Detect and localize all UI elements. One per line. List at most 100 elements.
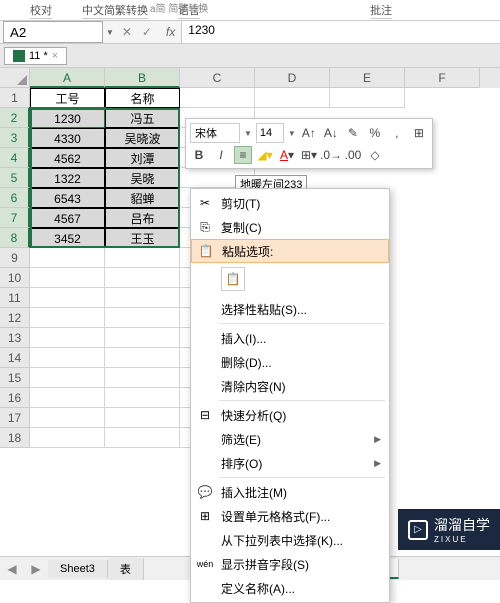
row-header-14[interactable]: 14 [0,348,30,368]
cell[interactable] [30,428,105,448]
row-header-8[interactable]: 8 [0,228,30,248]
menu-sort[interactable]: 排序(O) ▶ [191,451,389,475]
cell-b7[interactable]: 吕布 [105,208,180,228]
cell-a3[interactable]: 4330 [30,128,105,148]
cell[interactable] [30,268,105,288]
row-header-2[interactable]: 2 [0,108,30,128]
cell-a4[interactable]: 4562 [30,148,105,168]
cell[interactable] [105,348,180,368]
workbook-tab[interactable]: 11 * × [4,47,67,65]
clear-format-icon[interactable]: ◇ [366,146,384,164]
cancel-icon[interactable]: ✕ [118,23,136,41]
cell-b2[interactable]: 冯五 [105,108,180,128]
align-center-button[interactable]: ≡ [234,146,252,164]
cell-a7[interactable]: 4567 [30,208,105,228]
menu-dropdown-list[interactable]: 从下拉列表中选择(K)... [191,528,389,552]
col-header-e[interactable]: E [330,68,405,88]
cell[interactable] [30,368,105,388]
cell-b1[interactable]: 名称 [105,88,180,108]
row-header-18[interactable]: 18 [0,428,30,448]
row-header-11[interactable]: 11 [0,288,30,308]
comma-icon[interactable]: , [388,124,406,142]
cell[interactable] [180,88,255,108]
merge-icon[interactable]: ⊞ [410,124,428,142]
menu-paste-special[interactable]: 选择性粘贴(S)... [191,297,389,321]
cell[interactable] [330,88,405,108]
sheet-tab-other[interactable]: 表 [108,558,144,580]
format-painter-icon[interactable]: ✎ [344,124,362,142]
row-header-6[interactable]: 6 [0,188,30,208]
cell[interactable] [105,308,180,328]
col-header-a[interactable]: A [30,68,105,88]
row-header-5[interactable]: 5 [0,168,30,188]
enter-icon[interactable]: ✓ [138,23,156,41]
col-header-b[interactable]: B [105,68,180,88]
font-color-icon[interactable]: A▾ [278,146,296,164]
cell-b4[interactable]: 刘潭 [105,148,180,168]
close-icon[interactable]: × [52,50,58,62]
menu-format-cells[interactable]: ⊞ 设置单元格格式(F)... [191,504,389,528]
menu-copy[interactable]: ⎘ 复制(C) [191,215,389,239]
cell-a2[interactable]: 1230 [30,108,105,128]
col-header-d[interactable]: D [255,68,330,88]
ribbon-convert[interactable]: 中文简繁转换 [82,2,148,19]
bold-button[interactable]: B [190,146,208,164]
cell[interactable] [30,388,105,408]
fx-icon[interactable]: fx [160,25,181,39]
cell[interactable] [255,88,330,108]
cell[interactable] [105,368,180,388]
menu-filter[interactable]: 筛选(E) ▶ [191,427,389,451]
font-selector[interactable] [190,123,240,143]
formula-bar[interactable]: 1230 [181,21,500,43]
namebox-dropdown[interactable]: ▼ [106,28,114,37]
menu-clear[interactable]: 清除内容(N) [191,374,389,398]
cell[interactable] [105,428,180,448]
cell[interactable] [105,248,180,268]
cell[interactable] [30,248,105,268]
paste-option-default[interactable]: 📋 [221,267,245,291]
row-header-15[interactable]: 15 [0,368,30,388]
cell[interactable] [30,288,105,308]
row-header-10[interactable]: 10 [0,268,30,288]
cell[interactable] [105,268,180,288]
cell[interactable] [30,328,105,348]
cell-a1[interactable]: 工号 [30,88,105,108]
row-header-3[interactable]: 3 [0,128,30,148]
cell[interactable] [105,408,180,428]
cell-a8[interactable]: 3452 [30,228,105,248]
cell[interactable] [105,328,180,348]
row-header-16[interactable]: 16 [0,388,30,408]
increase-font-icon[interactable]: A↑ [300,124,318,142]
row-header-1[interactable]: 1 [0,88,30,108]
menu-delete[interactable]: 删除(D)... [191,350,389,374]
menu-insert-comment[interactable]: 💬 插入批注(M) [191,480,389,504]
cell-b3[interactable]: 吴晓波 [105,128,180,148]
cell-b8[interactable]: 王玉 [105,228,180,248]
col-header-c[interactable]: C [180,68,255,88]
row-header-12[interactable]: 12 [0,308,30,328]
cell-a6[interactable]: 6543 [30,188,105,208]
percent-icon[interactable]: % [366,124,384,142]
menu-paste-options[interactable]: 📋 粘贴选项: [191,239,389,263]
cell-b6[interactable]: 貂蝉 [105,188,180,208]
cell-a5[interactable]: 1322 [30,168,105,188]
cell-b5[interactable]: 吴晓 [105,168,180,188]
row-header-9[interactable]: 9 [0,248,30,268]
borders-icon[interactable]: ⊞▾ [300,146,318,164]
menu-cut[interactable]: ✂ 剪切(T) [191,191,389,215]
sheet-nav-next-icon[interactable]: ▶ [24,562,48,576]
cell[interactable] [30,408,105,428]
row-header-7[interactable]: 7 [0,208,30,228]
font-size-selector[interactable] [256,123,284,143]
decimal-dec-icon[interactable]: .00 [344,146,362,164]
sheet-tab-sheet3[interactable]: Sheet3 [48,560,108,578]
decrease-font-icon[interactable]: A↓ [322,124,340,142]
name-box[interactable] [3,21,103,43]
italic-button[interactable]: I [212,146,230,164]
decimal-inc-icon[interactable]: .0→ [322,146,340,164]
ribbon-comments[interactable]: 批注 [370,2,392,19]
row-header-13[interactable]: 13 [0,328,30,348]
row-header-4[interactable]: 4 [0,148,30,168]
menu-phonetic[interactable]: wén 显示拼音字段(S) [191,552,389,576]
row-header-17[interactable]: 17 [0,408,30,428]
